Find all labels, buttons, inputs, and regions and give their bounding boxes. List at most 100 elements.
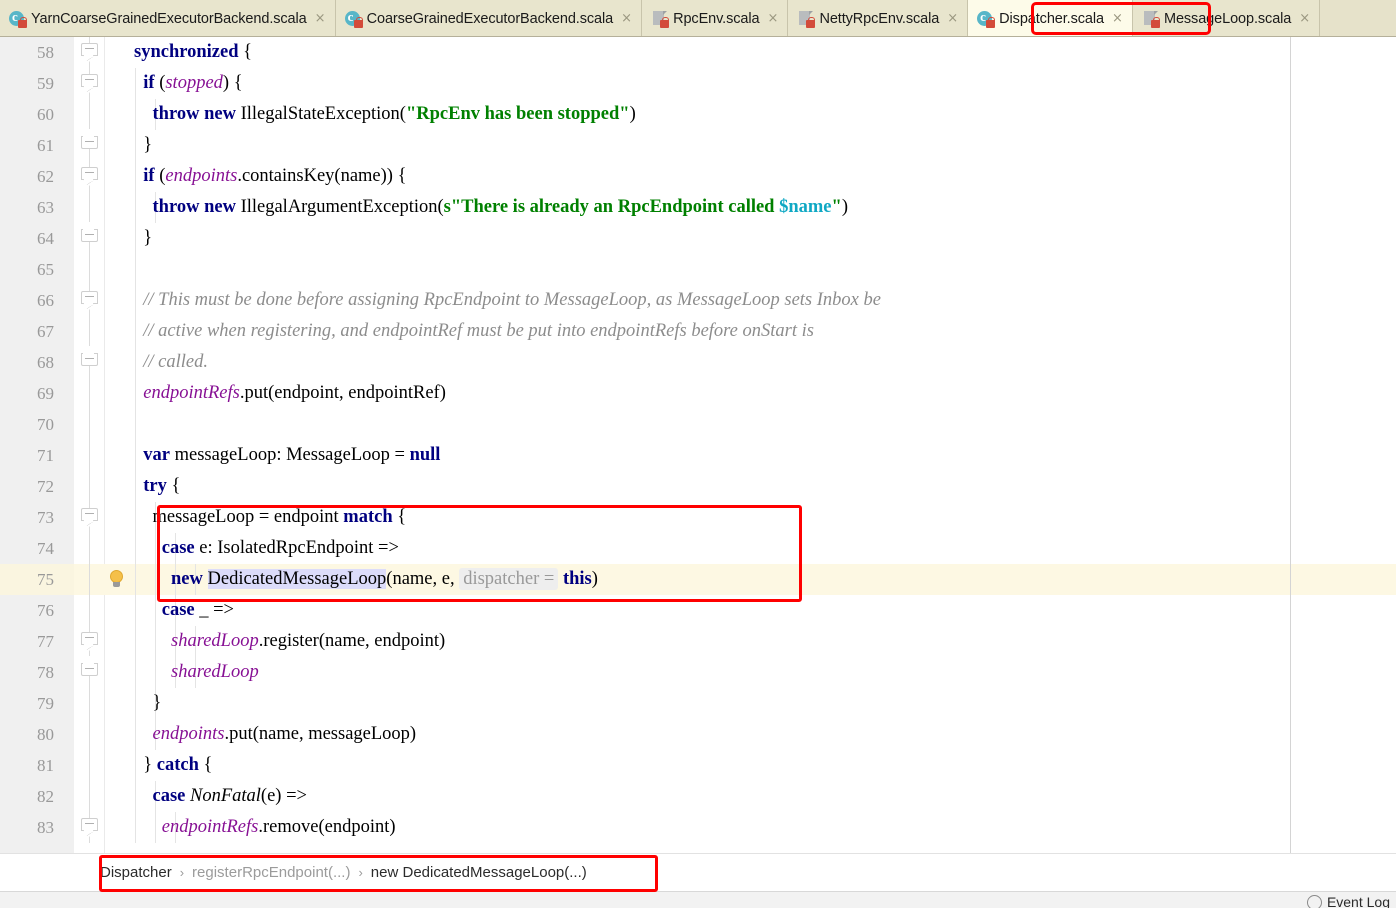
code-text[interactable]: case _ => <box>134 595 234 626</box>
code-line[interactable]: 82 case NonFatal(e) => <box>0 781 1396 812</box>
code-text[interactable]: try { <box>134 471 180 502</box>
code-text[interactable]: endpoints.put(name, messageLoop) <box>134 719 417 750</box>
editor-tab-label: YarnCoarseGrainedExecutorBackend.scala <box>31 10 307 27</box>
event-log-icon <box>1306 894 1322 908</box>
code-line[interactable]: 62 if (endpoints.containsKey(name)) { <box>0 161 1396 192</box>
fold-toggle-open[interactable] <box>74 285 105 316</box>
line-number: 72 <box>37 477 54 496</box>
editor-tab-coarsegrainedexecutorbackend[interactable]: CoarseGrainedExecutorBackend.scala × <box>335 0 643 36</box>
line-number: 60 <box>37 105 54 124</box>
code-text[interactable]: endpointRefs.put(endpoint, endpointRef) <box>134 378 446 409</box>
code-line[interactable]: 64 } <box>0 222 1396 254</box>
code-text[interactable]: sharedLoop <box>134 657 259 688</box>
editor-tab-nettyrpcenv[interactable]: NettyRpcEnv.scala × <box>788 0 969 36</box>
fold-toggle-close[interactable] <box>74 222 105 254</box>
highlighted-identifier: DedicatedMessageLoop <box>207 569 387 589</box>
code-line[interactable]: 65 <box>0 254 1396 285</box>
code-line[interactable]: 68 // called. <box>0 346 1396 378</box>
code-text[interactable]: case e: IsolatedRpcEndpoint => <box>134 533 399 564</box>
line-number: 77 <box>37 632 54 651</box>
close-icon[interactable]: × <box>620 12 633 25</box>
line-number: 69 <box>37 384 54 403</box>
code-line[interactable]: 73 messageLoop = endpoint match { <box>0 502 1396 533</box>
fold-toggle-open[interactable] <box>74 37 105 68</box>
fold-gutter-cell <box>74 688 105 719</box>
code-text[interactable]: } catch { <box>134 750 212 781</box>
line-number: 63 <box>37 198 54 217</box>
code-line[interactable]: 77 sharedLoop.register(name, endpoint) <box>0 626 1396 657</box>
fold-toggle-open[interactable] <box>74 626 105 657</box>
code-line[interactable]: 67 // active when registering, and endpo… <box>0 316 1396 347</box>
code-line[interactable]: 79 } <box>0 688 1396 719</box>
breadcrumb-item[interactable]: registerRpcEndpoint(...) <box>192 864 350 881</box>
code-text[interactable]: synchronized { <box>134 37 252 68</box>
line-number: 71 <box>37 446 54 465</box>
intention-bulb-icon[interactable] <box>108 570 125 588</box>
line-number: 66 <box>37 291 54 310</box>
line-number: 80 <box>37 725 54 744</box>
code-line[interactable]: 76 case _ => <box>0 595 1396 626</box>
fold-toggle-open[interactable] <box>74 812 105 843</box>
line-number: 82 <box>37 787 54 806</box>
code-line[interactable]: 75 new DedicatedMessageLoop(name, e, dis… <box>0 564 1396 595</box>
code-line[interactable]: 72 try { <box>0 471 1396 502</box>
breadcrumb[interactable]: Dispatcher › registerRpcEndpoint(...) › new … <box>0 853 1396 891</box>
code-line[interactable]: 78 sharedLoop <box>0 656 1396 688</box>
line-number: 83 <box>37 818 54 837</box>
code-line[interactable]: 69 endpointRefs.put(endpoint, endpointRe… <box>0 378 1396 409</box>
code-editor[interactable]: 58 synchronized {59 if (stopped) {60 thro… <box>0 37 1396 853</box>
code-line[interactable]: 61 } <box>0 129 1396 161</box>
editor-tab-yarncoarsegrainedexecutorbackend[interactable]: YarnCoarseGrainedExecutorBackend.scala × <box>0 0 336 36</box>
code-text[interactable]: } <box>134 130 152 161</box>
event-log-button[interactable]: Event Log <box>1306 894 1390 908</box>
code-line[interactable]: 70 <box>0 409 1396 440</box>
code-line[interactable]: 59 if (stopped) { <box>0 68 1396 99</box>
line-number: 81 <box>37 756 54 775</box>
code-line[interactable]: 60 throw new IllegalStateException("RpcE… <box>0 99 1396 130</box>
code-text[interactable]: case NonFatal(e) => <box>134 781 307 812</box>
code-line[interactable]: 63 throw new IllegalArgumentException(s"… <box>0 192 1396 223</box>
line-number: 64 <box>37 229 54 248</box>
indent-guide <box>135 409 136 440</box>
code-line[interactable]: 74 case e: IsolatedRpcEndpoint => <box>0 533 1396 564</box>
code-text[interactable]: new DedicatedMessageLoop(name, e, dispat… <box>134 564 598 595</box>
fold-gutter-cell <box>74 564 105 595</box>
close-icon[interactable]: × <box>1298 12 1311 25</box>
code-text[interactable]: // called. <box>134 347 208 378</box>
code-text[interactable]: var messageLoop: MessageLoop = null <box>134 440 440 471</box>
fold-toggle-close[interactable] <box>74 346 105 378</box>
code-text[interactable]: messageLoop = endpoint match { <box>134 502 407 533</box>
breadcrumb-item[interactable]: Dispatcher <box>100 864 172 881</box>
code-text[interactable]: throw new IllegalStateException("RpcEnv … <box>134 99 636 130</box>
code-text[interactable]: } <box>134 223 152 254</box>
code-line[interactable]: 66 // This must be done before assigning… <box>0 285 1396 316</box>
breadcrumb-item[interactable]: new DedicatedMessageLoop(...) <box>371 864 587 881</box>
close-icon[interactable]: × <box>1111 12 1124 25</box>
fold-toggle-open[interactable] <box>74 68 105 99</box>
code-line[interactable]: 58 synchronized { <box>0 37 1396 68</box>
close-icon[interactable]: × <box>766 12 779 25</box>
code-text[interactable]: // This must be done before assigning Rp… <box>134 285 881 316</box>
fold-toggle-open[interactable] <box>74 502 105 533</box>
code-line[interactable]: 81 } catch { <box>0 750 1396 781</box>
fold-toggle-close[interactable] <box>74 656 105 688</box>
close-icon[interactable]: × <box>946 12 959 25</box>
code-line[interactable]: 71 var messageLoop: MessageLoop = null <box>0 440 1396 471</box>
code-text[interactable]: throw new IllegalArgumentException(s"The… <box>134 192 848 223</box>
code-text[interactable]: } <box>134 688 162 719</box>
code-text[interactable]: // active when registering, and endpoint… <box>134 316 814 347</box>
code-text[interactable]: sharedLoop.register(name, endpoint) <box>134 626 445 657</box>
code-line[interactable]: 80 endpoints.put(name, messageLoop) <box>0 719 1396 750</box>
code-line[interactable]: 83 endpointRefs.remove(endpoint) <box>0 812 1396 843</box>
editor-tab-rpcenv[interactable]: RpcEnv.scala × <box>642 0 789 36</box>
code-text[interactable]: if (stopped) { <box>134 68 242 99</box>
indent-guide <box>135 254 136 285</box>
editor-tab-dispatcher[interactable]: Dispatcher.scala × <box>968 0 1133 36</box>
fold-toggle-open[interactable] <box>74 161 105 192</box>
editor-tab-messageloop[interactable]: MessageLoop.scala × <box>1132 0 1321 36</box>
code-text[interactable]: endpointRefs.remove(endpoint) <box>134 812 396 843</box>
close-icon[interactable]: × <box>314 12 327 25</box>
editor-tab-label: Dispatcher.scala <box>999 10 1104 27</box>
fold-toggle-close[interactable] <box>74 129 105 161</box>
code-text[interactable]: if (endpoints.containsKey(name)) { <box>134 161 406 192</box>
